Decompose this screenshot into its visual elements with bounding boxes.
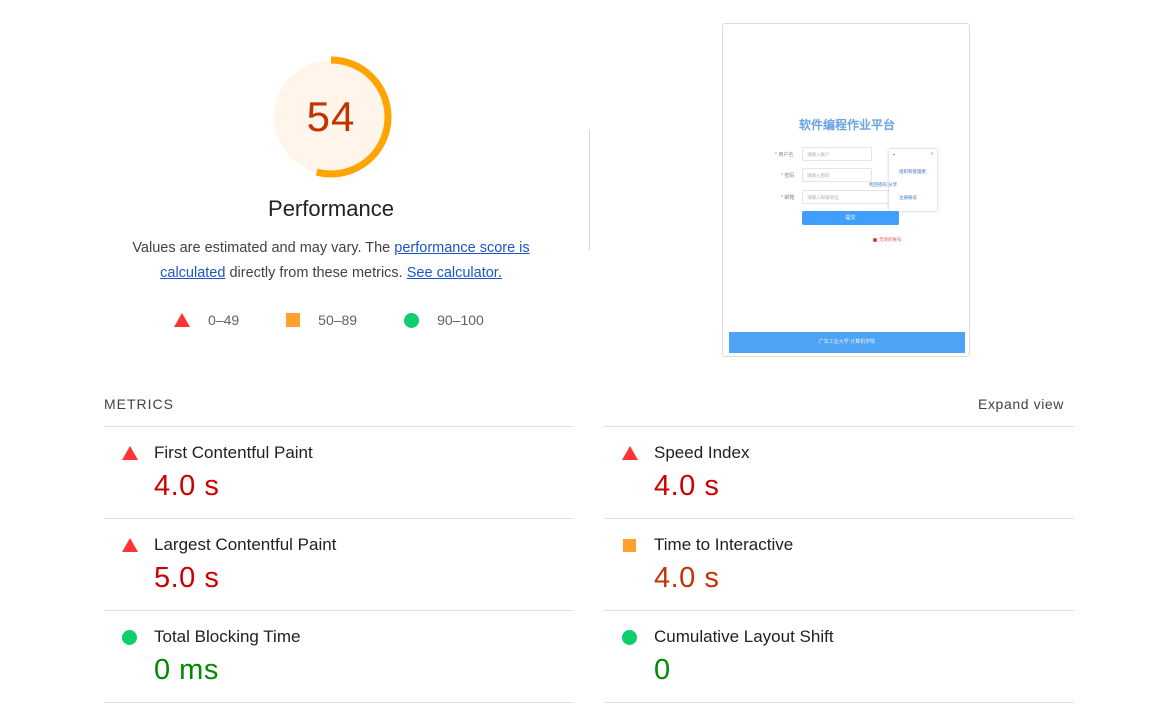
screenshot-submit-button: 提交 (802, 211, 899, 225)
square-icon (623, 539, 636, 552)
metric-value: 0 (654, 654, 671, 686)
metric-name: Largest Contentful Paint (154, 535, 337, 554)
metrics-column-right: Speed Index 4.0 s Time to Interactive 4.… (604, 426, 1074, 703)
screenshot-page-title: 软件编程作业平台 (798, 118, 895, 132)
screenshot-field-label: * 用户名 (775, 152, 794, 158)
metric-name: Time to Interactive (654, 535, 794, 554)
legend-label: 0–49 (208, 312, 240, 328)
metric-speed-index: Speed Index 4.0 s (604, 426, 1074, 518)
screenshot-username-input: 请输入账户 (802, 147, 872, 161)
metrics-heading: METRICS (104, 396, 174, 412)
legend-label: 90–100 (437, 312, 484, 328)
screenshot-field-label: * 密码 (781, 173, 795, 179)
legend-label: 50–89 (318, 312, 358, 328)
metric-name: Total Blocking Time (154, 627, 301, 646)
description-text-middle: directly from these metrics. (225, 265, 407, 281)
popup-item: 注册账号 (899, 195, 917, 200)
triangle-icon (174, 313, 190, 327)
metric-cumulative-layout-shift: Cumulative Layout Shift 0 (604, 610, 1074, 703)
metric-value: 4.0 s (654, 470, 720, 502)
square-icon (286, 313, 301, 327)
metric-value: 4.0 s (654, 562, 720, 594)
metric-first-contentful-paint: First Contentful Paint 4.0 s (104, 426, 574, 518)
popup-icon: ▪ (893, 152, 895, 157)
metrics-column-left: First Contentful Paint 4.0 s Largest Con… (104, 426, 574, 703)
screenshot-error-text: 无效的账号 (879, 237, 902, 242)
metric-time-to-interactive: Time to Interactive 4.0 s (604, 518, 1074, 610)
legend-item-fail: 0–49 (174, 312, 239, 328)
metric-total-blocking-time: Total Blocking Time 0 ms (104, 610, 574, 703)
score-legend: 0–49 50–89 90–100 (174, 310, 484, 330)
triangle-icon (122, 446, 138, 460)
screenshot-email-input: 请输入邮箱地址 (802, 190, 892, 204)
metric-value: 4.0 s (154, 470, 220, 502)
triangle-icon (122, 538, 138, 552)
circle-icon (122, 630, 137, 645)
metric-name: First Contentful Paint (154, 443, 313, 462)
score-description: Values are estimated and may vary. The p… (110, 236, 552, 286)
legend-item-pass: 90–100 (404, 312, 484, 328)
lighthouse-report: 54 Performance Values are estimated and … (0, 0, 1161, 714)
screenshot-password-input: 请输入密码 (802, 168, 872, 182)
expand-view-toggle[interactable]: Expand view (978, 396, 1064, 412)
metric-name: Speed Index (654, 443, 750, 462)
circle-icon (404, 312, 420, 328)
legend-item-average: 50–89 (286, 312, 357, 328)
screenshot-footer: 广东工业大学 计算机学院 (729, 332, 965, 353)
popup-item: 组织和管理者 (899, 169, 926, 174)
performance-score-gauge: 54 (270, 56, 392, 178)
metric-name: Cumulative Layout Shift (654, 627, 834, 646)
metric-value: 0 ms (154, 654, 219, 686)
see-calculator-link[interactable]: See calculator. (407, 265, 502, 281)
description-text: Values are estimated and may vary. The (132, 240, 395, 256)
triangle-icon (622, 446, 638, 460)
popup-item: 找回密码 分享 (869, 182, 898, 187)
circle-icon (622, 630, 637, 645)
score-title: Performance (268, 196, 394, 221)
metric-value: 5.0 s (154, 562, 220, 594)
screenshot-error: 无效的账号 (873, 237, 902, 243)
screenshot-field-label: * 邮箱 (781, 195, 795, 201)
metric-largest-contentful-paint: Largest Contentful Paint 5.0 s (104, 518, 574, 610)
final-screenshot[interactable]: 软件编程作业平台 * 用户名 请输入账户 * 密码 请输入密码 * 邮箱 请输入… (722, 23, 970, 357)
score-value: 54 (306, 93, 356, 140)
close-icon: × (930, 151, 933, 156)
vertical-divider (589, 130, 590, 250)
screenshot-popup: ▪ × 组织和管理者 找回密码 分享 注册账号 (869, 149, 937, 211)
